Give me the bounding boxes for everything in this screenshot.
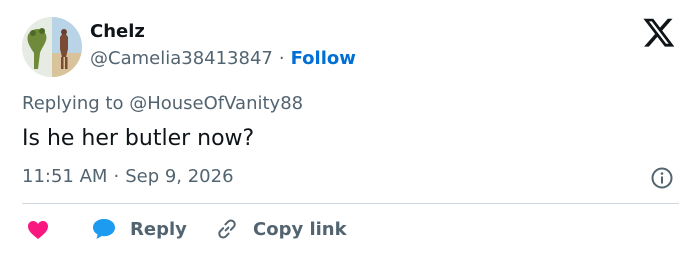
timestamp[interactable]: 11:51 AM · Sep 9, 2026 [22, 165, 234, 189]
tweet-time: 11:51 AM [22, 166, 108, 187]
action-bar: Reply Copy link [22, 215, 682, 243]
x-logo-icon[interactable] [642, 18, 676, 49]
reply-button[interactable]: Reply [92, 215, 187, 243]
info-icon[interactable] [651, 167, 673, 189]
link-icon [218, 219, 236, 239]
replying-prefix: Replying to [22, 93, 124, 114]
replying-to-mention[interactable]: @HouseOfVanity88 [129, 93, 303, 114]
follow-button[interactable]: Follow [291, 48, 356, 69]
copy-link-label: Copy link [253, 218, 347, 240]
handle-row: @Camelia38413847 · Follow [90, 47, 356, 71]
separator-dot: · [113, 166, 120, 187]
replying-to: Replying to @HouseOfVanity88 [22, 92, 303, 116]
heart-icon[interactable] [27, 220, 49, 240]
display-name[interactable]: Chelz [90, 20, 145, 44]
tweet-date: Sep 9, 2026 [125, 166, 234, 187]
separator-dot: · [278, 48, 285, 69]
user-handle[interactable]: @Camelia38413847 [90, 48, 273, 69]
avatar[interactable] [22, 17, 82, 77]
tweet-text: Is he her butler now? [22, 126, 255, 151]
reply-label: Reply [130, 218, 187, 240]
copy-link-button[interactable]: Copy link [215, 215, 347, 243]
reply-bubble-icon [93, 219, 115, 239]
tweet-card: Chelz @Camelia38413847 · Follow Replying t… [0, 0, 700, 256]
divider [22, 203, 679, 204]
